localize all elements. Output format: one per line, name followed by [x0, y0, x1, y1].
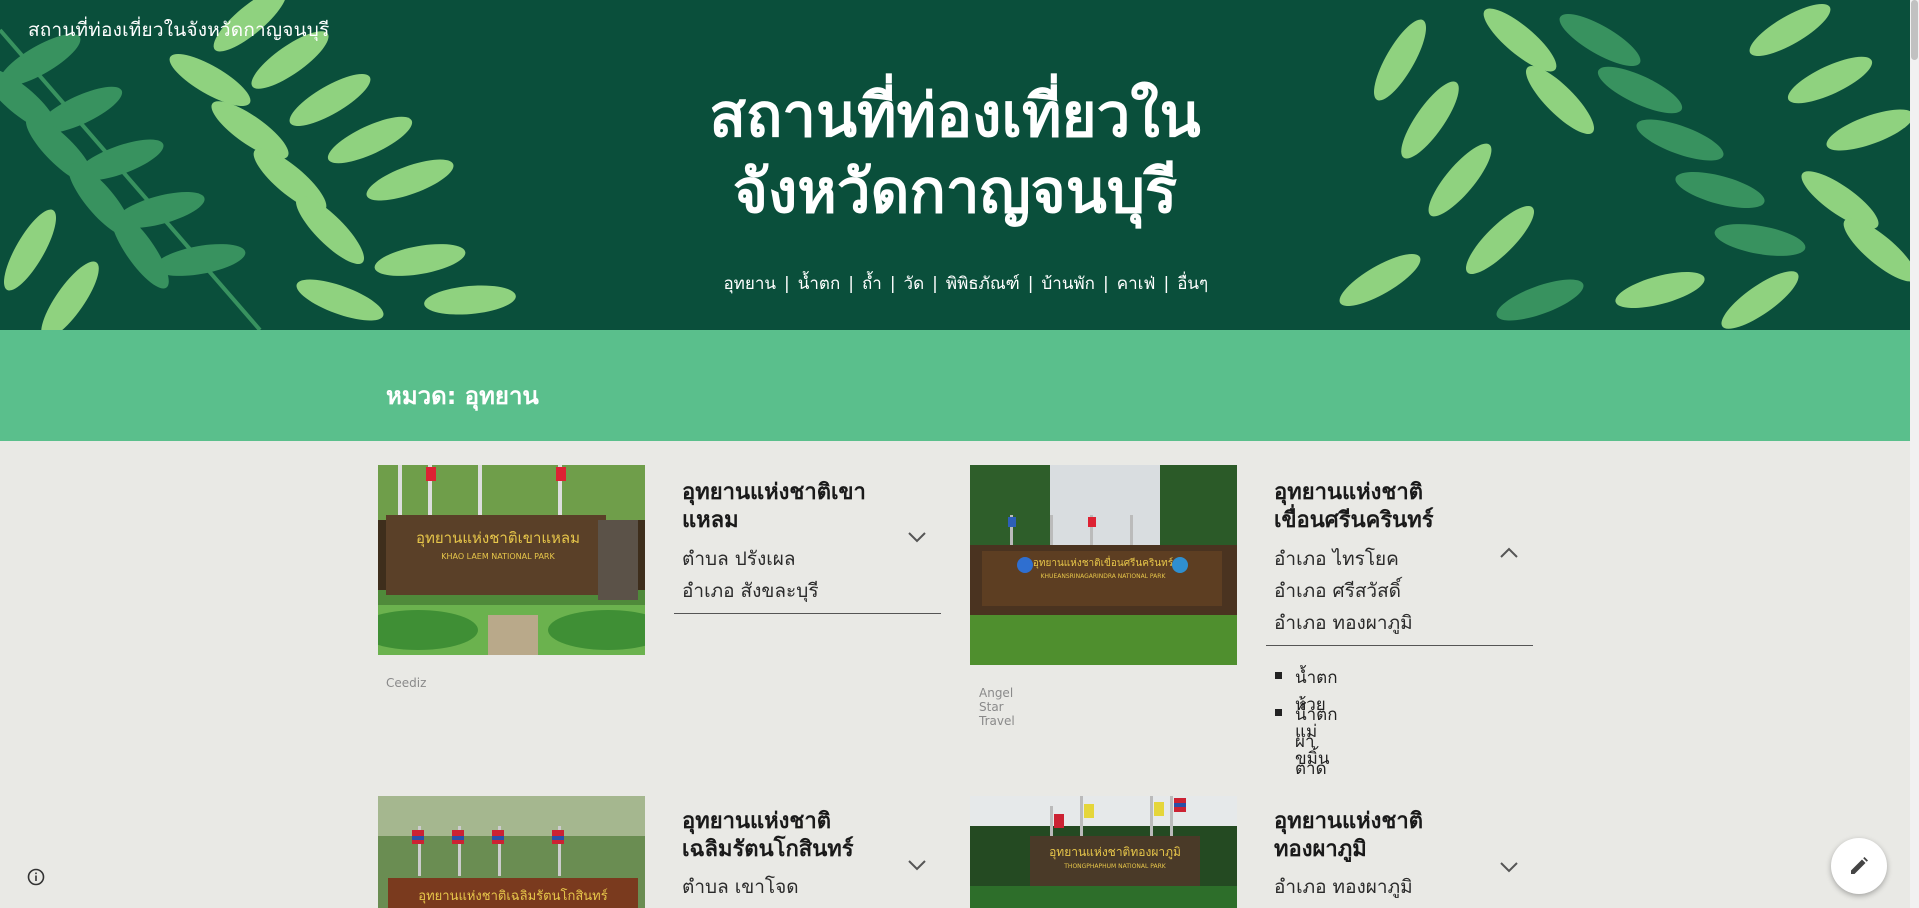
sign-text: อุทยานแห่งชาติเขื่อนศรีนครินทร์ — [1033, 555, 1174, 569]
place-name-line-2: เขื่อนศรีนครินทร์ — [1274, 508, 1434, 533]
place-name-line-2: เฉลิมรัตนโกสินทร์ — [682, 837, 854, 862]
place-location-line: ตำบล เขาโจด — [682, 876, 799, 898]
photo-credit: Ceediz — [386, 676, 427, 690]
place-name-line-2: แหลม — [682, 508, 739, 533]
list-item[interactable]: น้ำตกห้วยแม่ขมิ้น — [1275, 664, 1338, 769]
place-photo: อุทยานแห่งชาติเขื่อนศรีนครินทร์ KHUEANSR… — [970, 465, 1237, 665]
info-button[interactable] — [22, 863, 50, 891]
divider — [674, 613, 941, 614]
nav-link-accommodation[interactable]: บ้านพัก — [1042, 274, 1095, 294]
chevron-down-icon[interactable] — [906, 529, 928, 545]
chevron-down-icon[interactable] — [906, 857, 928, 873]
info-icon — [27, 868, 45, 886]
place-name-line-1: อุทยานแห่งชาติเขา — [682, 480, 866, 505]
sign-text: อุทยานแห่งชาติเขาแหลม — [416, 529, 580, 548]
nav-link-other[interactable]: อื่นๆ — [1177, 274, 1208, 294]
nav-link-park[interactable]: อุทยาน — [723, 274, 776, 294]
place-name[interactable]: อุทยานแห่งชาติเขา แหลม — [682, 479, 912, 535]
place-name[interactable]: อุทยานแห่งชาติ เฉลิมรัตนโกสินทร์ — [682, 808, 942, 864]
sign-subtext: KHUEANSRINAGARINDRA NATIONAL PARK — [1041, 573, 1167, 580]
place-photo: อุทยานแห่งชาติทองผาภูมิ THONGPHAPHUM NAT… — [970, 796, 1237, 908]
place-name[interactable]: อุทยานแห่งชาติ เขื่อนศรีนครินทร์ — [1274, 479, 1534, 535]
sign-subtext: THONGPHAPHUM NATIONAL PARK — [1063, 863, 1167, 870]
category-header: หมวด: อุทยาน — [0, 330, 1910, 441]
photo-credit: Angel Star Travel — [979, 686, 1015, 728]
nav-separator: | — [932, 274, 938, 294]
pencil-icon — [1851, 857, 1868, 874]
place-location-line: อำเภอ ศรีสวัสดิ์ — [1274, 580, 1402, 602]
scrollbar-thumb[interactable] — [1911, 0, 1918, 60]
sign-text: อุทยานแห่งชาติเฉลิมรัตนโกสินทร์ — [418, 888, 607, 904]
place-location-line: อำเภอ ไทรโยค — [1274, 548, 1399, 570]
hero-banner: สถานที่ท่องเที่ยวในจังหวัดกาญจนบุรี สถาน… — [0, 0, 1910, 330]
category-nav: อุทยาน | น้ำตก | ถ้ำ | วัด | พิพิธภัณฑ์ | บ้านพัก |… — [0, 250, 1910, 317]
nav-link-cave[interactable]: ถ้ำ — [862, 274, 882, 294]
place-location-line: อำเภอ สังขละบุรี — [682, 580, 819, 602]
place-name-line-1: อุทยานแห่งชาติ — [1274, 809, 1423, 834]
nav-separator: | — [889, 274, 896, 294]
page-scrollbar[interactable] — [1910, 0, 1919, 908]
sub-attractions-list: น้ำตกห้วยแม่ขมิ้น น้ำตกผาตาด — [1275, 664, 1338, 779]
sign-text: อุทยานแห่งชาติทองผาภูมิ — [1049, 845, 1181, 860]
page-title-line-1: สถานที่ท่องเที่ยวใน — [709, 81, 1201, 151]
page-title-line-2: จังหวัดกาญจนบุรี — [732, 157, 1178, 227]
list-item[interactable]: น้ำตกผาตาด — [1275, 701, 1338, 779]
chevron-down-icon[interactable] — [1498, 859, 1520, 875]
place-location-line: อำเภอ ทองผาภูมิ — [1274, 612, 1413, 634]
place-name-line-2: ทองผาภูมิ — [1274, 837, 1367, 862]
nav-separator: | — [1027, 274, 1034, 294]
place-photo: อุทยานแห่งชาติเฉลิมรัตนโกสินทร์ — [378, 796, 645, 908]
chevron-up-icon[interactable] — [1498, 545, 1520, 561]
place-name[interactable]: อุทยานแห่งชาติ ทองผาภูมิ — [1274, 808, 1504, 864]
page-title: สถานที่ท่องเที่ยวใน จังหวัดกาญจนบุรี — [0, 78, 1910, 230]
place-name-line-1: อุทยานแห่งชาติ — [1274, 480, 1423, 505]
place-name-line-1: อุทยานแห่งชาติ — [682, 809, 831, 834]
sign-subtext: KHAO LAEM NATIONAL PARK — [441, 552, 555, 561]
nav-link-temple[interactable]: วัด — [904, 274, 925, 294]
nav-link-museum[interactable]: พิพิธภัณฑ์ — [946, 274, 1020, 294]
divider — [1266, 645, 1533, 646]
edit-button[interactable] — [1831, 838, 1887, 894]
nav-separator: | — [1163, 274, 1170, 294]
place-location-line: ตำบล ปรังเผล — [682, 548, 796, 570]
place-photo: อุทยานแห่งชาติเขาแหลม KHAO LAEM NATIONAL… — [378, 465, 645, 655]
category-title: หมวด: อุทยาน — [386, 382, 539, 410]
site-title-link[interactable]: สถานที่ท่องเที่ยวในจังหวัดกาญจนบุรี — [28, 15, 329, 45]
nav-separator: | — [1102, 274, 1109, 294]
place-location-line: อำเภอ ทองผาภูมิ — [1274, 876, 1413, 898]
nav-separator: | — [784, 274, 790, 294]
nav-separator: | — [848, 274, 854, 294]
nav-link-waterfall[interactable]: น้ำตก — [798, 274, 841, 294]
nav-link-cafe[interactable]: คาเฟ่ — [1117, 274, 1156, 294]
